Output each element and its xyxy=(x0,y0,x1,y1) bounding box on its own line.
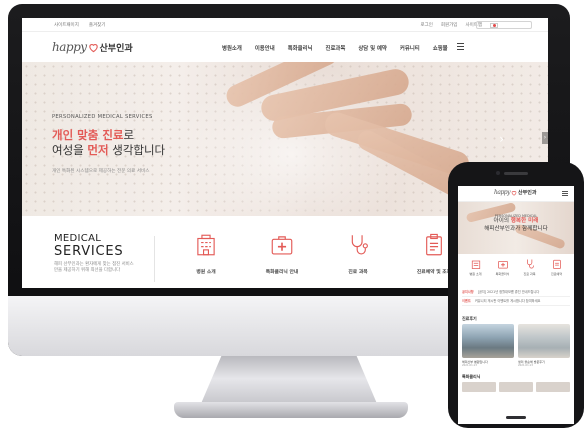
site-logo[interactable]: happy 산부인과 xyxy=(52,40,133,54)
hero-headline-1: 개인 맞춤 진료로 xyxy=(52,128,135,142)
service-departments[interactable]: 진료 과목 xyxy=(318,232,398,275)
blog-card[interactable]: 해피산부 병원입니다 2021.01.13 xyxy=(462,324,514,367)
phone-speaker xyxy=(504,172,528,175)
clinic-thumb[interactable] xyxy=(536,382,570,392)
mobile-phone: happy 산부인과 PERSONALIZED MEDICAL 아이의 행복한 … xyxy=(448,162,584,428)
hospital-building-icon xyxy=(471,260,480,269)
clipboard-icon xyxy=(426,233,442,256)
camera-icon xyxy=(496,171,500,175)
clinic-thumb[interactable] xyxy=(462,382,496,392)
hero-copy: PERSONALIZED MEDICAL SERVICES 개인 맞춤 진료로 … xyxy=(52,114,165,174)
nav-item-clinic[interactable]: 특화클리닉 xyxy=(288,44,313,52)
blog-card[interactable]: 생리 불순해 방문후기 2021.01.13 xyxy=(518,324,570,367)
list-item[interactable]: 이벤트 커뮤니티 게시판 이벤트를 게시합니다 참여하세요 xyxy=(462,297,570,306)
hospital-building-icon xyxy=(197,234,215,256)
mobile-logo[interactable]: happy 산부인과 xyxy=(494,189,536,196)
slider-next-button[interactable]: › xyxy=(542,132,548,144)
mobile-quick-menu: 병원 소개 특화클리닉 진료 과목 진료예약 xyxy=(458,258,574,284)
logo-happy-text: happy xyxy=(52,40,87,54)
search-input[interactable] xyxy=(476,21,532,29)
clipboard-icon xyxy=(552,259,561,269)
chevron-right-icon[interactable]: › xyxy=(499,132,504,146)
util-link-login[interactable]: 로그인 xyxy=(420,22,432,28)
nav-item-about[interactable]: 병원소개 xyxy=(222,44,242,52)
mobile-clinic-title: 특화클리닉 xyxy=(462,374,481,379)
services-description: 해피 산부인과는 환자에게 맞는 점진 서비스만을 제공하기 위해 최선을 다합… xyxy=(54,262,134,273)
monitor-stand xyxy=(200,356,378,406)
mobile-hero: PERSONALIZED MEDICAL 아이의 행복한 미래 해피산부인과가 … xyxy=(458,202,574,254)
mobile-menu-icon[interactable] xyxy=(562,191,568,198)
util-link-sitepage[interactable]: 사이트패이지 xyxy=(54,22,79,28)
mobile-quick-departments[interactable]: 진료 과목 xyxy=(518,258,542,284)
nav-item-shop[interactable]: 쇼핑몰 xyxy=(433,44,448,52)
mobile-blog-title: 진료후기 xyxy=(462,316,477,321)
util-link-signup[interactable]: 회원가입 xyxy=(441,22,458,28)
mobile-notice-list: 공지사항 [공지] 2021년 정월대보름 휴진 안내드립니다 이벤트 커뮤니티… xyxy=(462,288,570,306)
home-indicator xyxy=(506,416,526,419)
nav-item-departments[interactable]: 진료과목 xyxy=(326,44,346,52)
hero-eyebrow: PERSONALIZED MEDICAL SERVICES xyxy=(52,114,153,120)
mobile-quick-clinic[interactable]: 특화클리닉 xyxy=(491,258,515,284)
nav-item-community[interactable]: 커뮤니티 xyxy=(400,44,420,52)
clinic-thumb[interactable] xyxy=(499,382,533,392)
logo-name: 산부인과 xyxy=(99,43,133,54)
service-clinic[interactable]: 특화클리닉 안내 xyxy=(242,232,322,275)
mobile-hero-headline-1: 아이의 행복한 미래 xyxy=(493,218,539,224)
services-divider xyxy=(154,236,155,282)
main-nav: 병원소개 이용안내 특화클리닉 진료과목 상담 및 예약 커뮤니티 쇼핑몰 xyxy=(222,44,448,52)
list-item[interactable]: 공지사항 [공지] 2021년 정월대보름 휴진 안내드립니다 xyxy=(462,288,570,297)
medical-kit-icon xyxy=(271,236,293,255)
mobile-clinic-strip xyxy=(462,382,570,392)
mobile-screen: happy 산부인과 PERSONALIZED MEDICAL 아이의 행복한 … xyxy=(458,186,574,424)
nav-item-guide[interactable]: 이용안내 xyxy=(255,44,275,52)
mobile-blog-list: 해피산부 병원입니다 2021.01.13 생리 불순해 방문후기 2021.0… xyxy=(462,324,570,367)
heart-icon xyxy=(88,43,98,52)
site-header: happy 산부인과 병원소개 이용안내 특화클리닉 진료과목 상담 및 예약 … xyxy=(22,32,548,62)
heart-icon xyxy=(511,190,517,196)
medical-kit-icon xyxy=(497,261,508,269)
menu-icon[interactable] xyxy=(457,43,464,50)
util-link-favorites[interactable]: 즐겨찾기 xyxy=(89,22,106,28)
nav-item-reservation[interactable]: 상담 및 예약 xyxy=(358,44,387,52)
mobile-hero-headline-2: 해피산부인과가 함께합니다 xyxy=(484,225,548,232)
stethoscope-icon xyxy=(526,259,534,269)
blog-image xyxy=(462,324,514,358)
utility-bar: 사이트패이지 즐겨찾기 로그인 회원가입 사이트맵 xyxy=(22,18,548,32)
stethoscope-icon xyxy=(351,235,368,255)
service-about[interactable]: 병원 소개 xyxy=(166,232,246,275)
mobile-quick-about[interactable]: 병원 소개 xyxy=(464,258,488,284)
services-title: MEDICAL SERVICES xyxy=(54,233,124,259)
monitor-base xyxy=(174,402,408,418)
hero-headline-2: 여성을 먼저 생각합니다 xyxy=(52,143,166,157)
mobile-header: happy 산부인과 xyxy=(458,186,574,202)
blog-image xyxy=(518,324,570,358)
hero-subtext: 개인 특화된 시스템으로 제공하는 전문 의료 서비스 xyxy=(52,169,150,174)
mobile-quick-reservation[interactable]: 진료예약 xyxy=(545,258,569,284)
